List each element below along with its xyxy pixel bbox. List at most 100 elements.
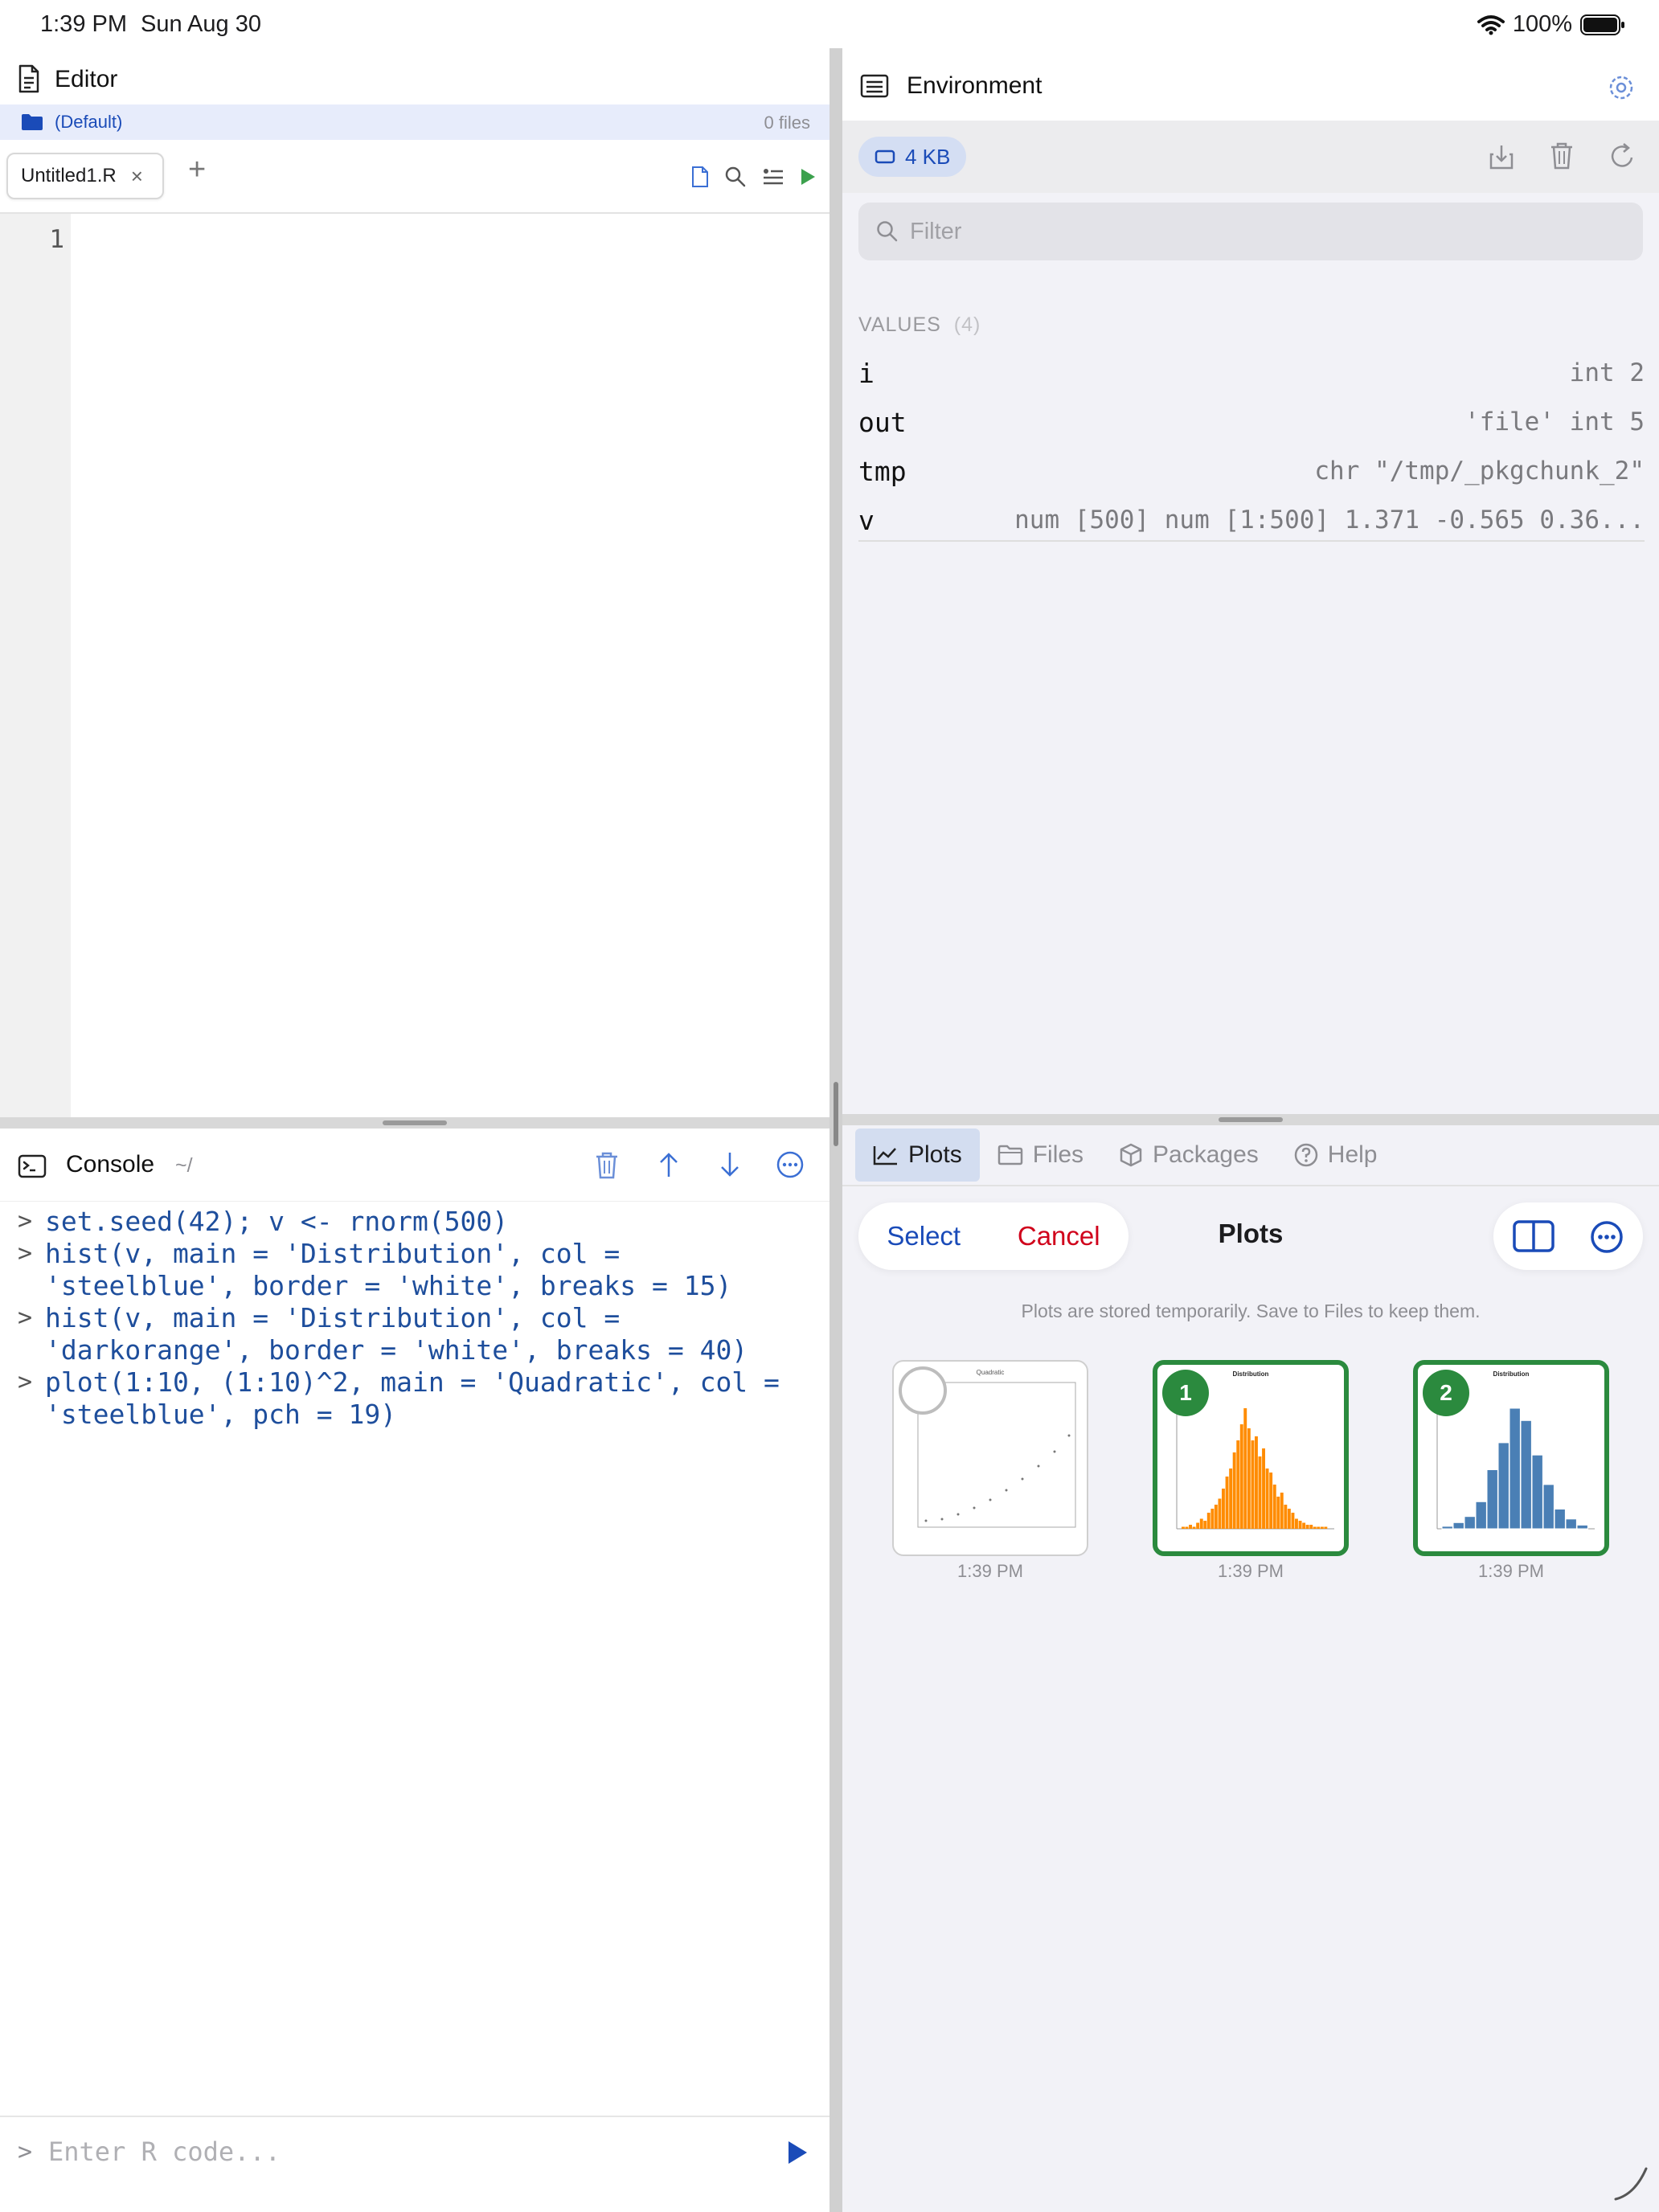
tab-plots[interactable]: Plots [855,1129,980,1182]
environment-title: Environment [907,72,1043,99]
histogram-bar [1291,1513,1295,1529]
more-options-icon[interactable] [1590,1220,1624,1254]
console-prompt: > [18,1304,33,1332]
histogram-bar [1276,1497,1280,1529]
histogram-bar [1210,1509,1215,1529]
memory-size: 4 KB [905,144,951,169]
histogram-bar [1239,1424,1243,1529]
histogram-bar [1317,1526,1321,1529]
tab-files[interactable]: Files [980,1129,1101,1182]
refresh-icon[interactable] [1609,141,1636,170]
histogram-bar [1554,1509,1566,1530]
selection-badge[interactable]: 2 [1423,1370,1469,1416]
env-row-tmp[interactable]: tmp chr "/tmp/_pkgchunk_2" [858,447,1645,495]
filter-field[interactable]: Filter [858,203,1643,260]
tab-label: Plots [908,1141,962,1168]
histogram-bar [1232,1452,1236,1529]
console-line: > set.seed(42); v <- rnorm(500) [0,1206,793,1238]
console-input[interactable]: Enter R code... [48,2136,281,2167]
histogram-bar [1269,1473,1273,1529]
histogram-bar [1243,1408,1247,1529]
vertical-splitter[interactable] [830,48,842,2212]
plot-thumbnail-distribution-blue[interactable]: Distribution 2 [1413,1360,1609,1556]
var-name: v [858,504,875,536]
import-icon[interactable] [1489,143,1514,170]
env-row-v[interactable]: v num [500] num [1:500] 1.371 -0.565 0.3… [858,496,1645,544]
var-name: out [858,406,907,438]
project-name[interactable]: (Default) [55,112,122,133]
histogram-bar [1229,1469,1233,1529]
console-command: hist(v, main = 'Distribution', col = 'st… [45,1238,732,1301]
histogram-bar [1309,1525,1313,1529]
wifi-icon [1477,14,1505,35]
tab-packages[interactable]: Packages [1101,1129,1276,1182]
plot-thumbnail-quadratic[interactable]: Quadratic [892,1360,1088,1556]
histogram-bar [1520,1419,1532,1530]
environment-header: Environment [842,56,1659,121]
more-options-icon[interactable] [776,1151,804,1178]
histogram-bar [1509,1407,1521,1530]
status-time: 1:39 PM [40,11,127,37]
code-editor[interactable] [71,214,830,1117]
split-view-icon[interactable] [1513,1220,1555,1252]
search-icon[interactable] [725,166,746,187]
plot-time: 1:39 PM [957,1561,1023,1581]
new-file-icon[interactable] [691,166,709,188]
environment-toolbar: 4 KB [842,121,1659,193]
folder-icon [997,1145,1022,1165]
histogram-bar [1199,1518,1203,1529]
line-gutter: 1 [0,214,71,1117]
histogram-bar [1192,1526,1196,1529]
resize-handle-icon[interactable] [1611,2162,1651,2202]
console-prompt: > [18,1207,33,1235]
environment-body: Filter VALUES (4) i int 2 out 'file' int… [842,193,1659,1114]
search-icon [877,221,898,242]
env-row-out[interactable]: out 'file' int 5 [858,398,1645,446]
histogram-bar [1265,1469,1269,1529]
editor-title: Editor [55,66,118,92]
trash-icon[interactable] [595,1151,619,1180]
histogram-bar [1247,1428,1251,1529]
tab-help[interactable]: Help [1276,1129,1395,1182]
histogram-bar [1255,1436,1258,1529]
plots-note: Plots are stored temporarily. Save to Fi… [1021,1301,1481,1321]
var-name: tmp [858,455,907,487]
tab-label: Files [1032,1141,1084,1168]
format-list-icon[interactable] [762,167,784,188]
tab-label: Untitled1.R [21,165,117,186]
plot-time: 1:39 PM [1478,1561,1544,1581]
new-tab-button[interactable]: + [188,153,206,187]
env-row-i[interactable]: i int 2 [858,349,1645,397]
histogram-bar [1441,1526,1453,1530]
project-bar[interactable]: (Default) 0 files [0,104,830,140]
console-command: hist(v, main = 'Distribution', col = 'da… [45,1302,748,1366]
histogram-bar [1272,1485,1276,1529]
plot-title: Distribution [1493,1370,1530,1378]
divider [858,540,1645,542]
histogram-bar [1182,1526,1185,1529]
close-tab-icon[interactable]: × [131,164,143,189]
histogram-bar [1324,1526,1328,1529]
list-icon [860,74,889,98]
status-indicators: 100% [1477,11,1625,38]
histogram-bar [1280,1493,1284,1529]
terminal-icon [18,1154,47,1178]
editor-console-splitter[interactable] [0,1117,830,1129]
environment-plots-splitter[interactable] [842,1114,1659,1125]
histogram-bar [1295,1518,1298,1529]
run-icon[interactable] [799,167,817,186]
console-header: Console ~/ [0,1129,830,1202]
var-value: int 2 [1569,358,1645,387]
arrow-down-icon[interactable] [719,1151,741,1178]
trash-icon[interactable] [1550,141,1574,170]
arrow-up-icon[interactable] [657,1151,680,1178]
send-icon[interactable] [786,2140,809,2165]
bottom-tabs: Plots Files Packages Help [842,1125,1659,1186]
plot-thumbnail-distribution-orange[interactable]: Distribution 1 [1153,1360,1349,1556]
histogram-bar [1206,1513,1210,1529]
tab-untitled1[interactable]: Untitled1.R × [6,153,164,199]
var-name: i [858,357,875,389]
gear-icon[interactable] [1608,74,1635,101]
selection-badge[interactable]: 1 [1162,1370,1209,1416]
selection-circle[interactable] [899,1366,947,1415]
